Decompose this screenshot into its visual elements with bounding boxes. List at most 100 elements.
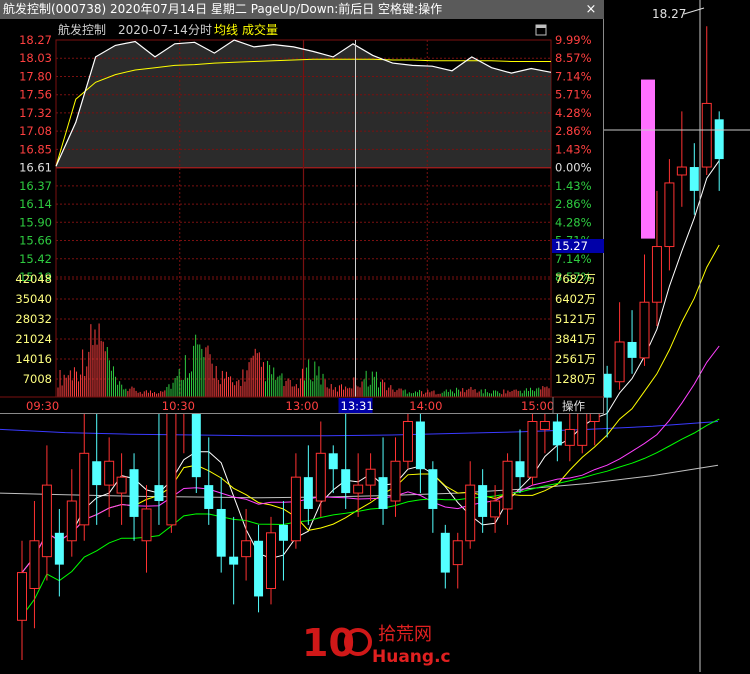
high-price-pointer (683, 7, 705, 15)
candle-body (129, 469, 139, 517)
candle-body (17, 572, 27, 621)
time-tick-label: 13:00 (286, 399, 319, 413)
candle-body (141, 508, 152, 542)
candle-body (104, 460, 115, 486)
pct-tick-label: 9.99% (555, 33, 592, 47)
candle-body (378, 477, 388, 509)
price-tick-label: 16.37 (19, 179, 52, 193)
cursor-price-label: 15.27 (555, 239, 588, 253)
candle-body (116, 476, 127, 494)
volume-amount-label: 2561万 (555, 352, 596, 366)
pct-tick-label: 2.86% (555, 124, 592, 138)
time-tick-label: 14:00 (409, 399, 442, 413)
legend-avg-line: 均线 (214, 23, 238, 37)
candle-body (278, 524, 288, 541)
price-tick-label: 15.42 (19, 252, 52, 266)
price-tick-label: 15.90 (19, 215, 52, 229)
pct-tick-label: 2.86% (555, 197, 592, 211)
pct-tick-label: 8.57% (555, 51, 592, 65)
candle-body (66, 500, 77, 542)
candle-body (328, 453, 338, 470)
candle-body (539, 420, 550, 430)
candle-body (478, 485, 488, 517)
candle-body (664, 182, 675, 248)
price-tick-label: 17.32 (19, 106, 52, 120)
candle-body (651, 246, 662, 303)
candle-body (714, 119, 724, 160)
volume-tick-label: 28032 (15, 312, 52, 326)
price-tick-label: 18.03 (19, 51, 52, 65)
pct-tick-label: 4.28% (555, 106, 592, 120)
volume-tick-label: 14016 (15, 352, 52, 366)
candle-body (254, 540, 264, 597)
candle-body (564, 428, 575, 446)
time-tick-label: 09:30 (26, 399, 59, 413)
candle-body (353, 484, 364, 494)
candle-body (216, 508, 226, 557)
pct-tick-label: 0.00% (555, 161, 592, 175)
volume-amount-label: 5121万 (555, 312, 596, 326)
candle-body (465, 484, 476, 542)
operate-button: 操作 (562, 399, 585, 413)
chart-mode: 分时 (188, 23, 212, 37)
candle-body (290, 476, 301, 542)
candle-body (365, 468, 376, 486)
volume-tick-label: 21024 (15, 332, 52, 346)
candle-body (701, 102, 712, 168)
ma-line-MA60 (21, 418, 720, 617)
candle-body (515, 461, 525, 478)
high-price-label: 18.27 (652, 7, 686, 21)
candle-body (229, 556, 239, 565)
candle-body (502, 460, 513, 510)
candle-body (390, 460, 401, 502)
volume-amount-label: 1280万 (555, 372, 596, 386)
candle-body (41, 484, 52, 558)
watermark-logo: 10 拾荒网 Huang.cn (300, 618, 463, 674)
price-tick-label: 17.08 (19, 124, 52, 138)
pct-tick-label: 4.28% (555, 215, 592, 229)
candle-body (303, 477, 313, 509)
candle-body (452, 540, 463, 566)
candle-body (552, 421, 562, 446)
popup-titlebar[interactable]: 航发控制(000738) 2020年07月14日 星期二 PageUp/Down… (0, 0, 604, 19)
candle-body (315, 452, 326, 502)
candle-body (266, 532, 276, 589)
svg-text:Huang.cn: Huang.cn (372, 647, 450, 667)
candle-body (29, 540, 40, 589)
legend-volume: 成交量 (242, 22, 278, 37)
candle-body (341, 469, 351, 494)
candle-body (689, 167, 699, 191)
candle-body (402, 420, 413, 462)
volume-tick-label: 42048 (15, 272, 52, 286)
volume-amount-label: 6402万 (555, 292, 596, 306)
time-tick-label: 10:30 (162, 399, 195, 413)
candle-body (241, 540, 252, 558)
price-tick-label: 16.14 (19, 197, 52, 211)
price-tick-label: 18.27 (19, 33, 52, 47)
ma-line-blue (0, 421, 719, 437)
intraday-popup: 航发控制(000738) 2020年07月14日 星期二 PageUp/Down… (0, 0, 604, 414)
price-tick-label: 16.61 (19, 161, 52, 175)
candle-body (79, 452, 90, 526)
candle-body (527, 420, 538, 478)
popup-title: 航发控制(000738) 2020年07月14日 星期二 PageUp/Down… (3, 2, 443, 16)
pct-tick-label: 7.14% (555, 252, 592, 266)
pct-tick-label: 7.14% (555, 69, 592, 83)
candle-body (490, 500, 501, 518)
maximize-icon-bar (536, 25, 546, 28)
close-icon[interactable]: × (584, 0, 598, 19)
candle-body (627, 341, 637, 358)
candle-body (92, 461, 102, 486)
pct-tick-label: 5.71% (555, 88, 592, 102)
candle-body (614, 341, 625, 383)
candle-body (204, 485, 214, 509)
candle-body (602, 373, 612, 398)
svg-text:拾荒网: 拾荒网 (378, 624, 432, 645)
volume-tick-label: 7008 (23, 372, 52, 386)
price-tick-label: 17.56 (19, 88, 52, 102)
candle-body (440, 532, 450, 573)
time-tick-label: 15:00 (521, 399, 554, 413)
pct-tick-label: 1.43% (555, 142, 592, 156)
price-tick-label: 16.85 (19, 142, 52, 156)
cursor-time-label: 13:31 (341, 399, 374, 413)
